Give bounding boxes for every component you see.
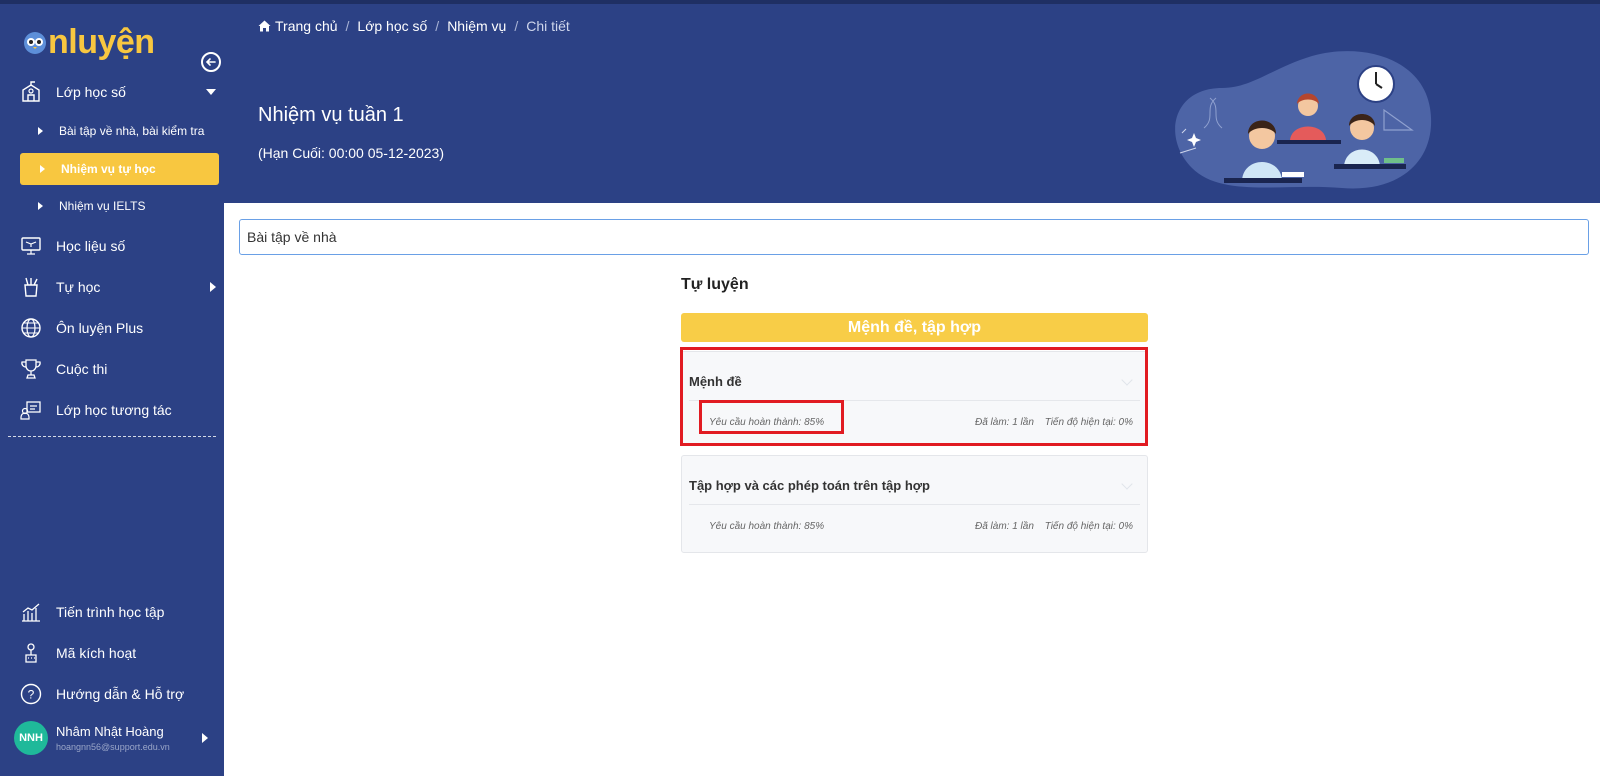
trophy-icon [20,358,42,380]
chevron-right-icon [210,282,216,292]
pencil-cup-icon [20,276,42,298]
sidebar-item-hoc-lieu-so[interactable]: Học liệu số [20,234,220,258]
home-icon [258,20,271,32]
sidebar-item-label: Mã kích hoạt [56,645,137,661]
breadcrumb-separator: / [514,18,519,34]
sidebar-item-label: Hướng dẫn & Hỗ trợ [56,686,185,702]
sidebar-item-on-luyen-plus[interactable]: Ôn luyện Plus [20,316,220,340]
page-title: Nhiệm vụ tuần 1 [258,104,404,126]
triangle-right-icon [38,127,43,135]
sidebar-item-ma-kich-hoat[interactable]: Mã kích hoạt [20,641,220,665]
user-name: Nhâm Nhật Hoàng [56,724,164,739]
sidebar-divider [8,436,216,437]
sidebar-item-label: Lớp học tương tác [56,402,172,418]
activation-key-icon [20,642,42,664]
topic-header[interactable]: Mệnh đề, tập hợp [681,313,1148,342]
current-progress: Tiến độ hiện tại: 0% [1044,521,1133,532]
user-info: Nhâm Nhật Hoàng hoangnn56@support.edu.vn [56,724,170,752]
breadcrumb-home[interactable]: Trang chủ [275,18,338,34]
deadline-text: (Hạn Cuối: 00:00 05-12-2023) [258,145,445,161]
sidebar-item-label: Lớp học số [56,84,126,100]
top-border [224,0,1600,4]
sidebar-item-cuoc-thi[interactable]: Cuộc thi [20,357,220,381]
sidebar: nluyện Lớp học số Bài tập về nhà, bài ki… [0,0,224,776]
sidebar-item-label: Tiến trình học tập [56,604,165,620]
students-illustration-icon [1175,51,1432,189]
sidebar-item-label: Học liệu số [56,238,126,254]
breadcrumb-current: Chi tiết [526,18,570,34]
monitor-book-icon [20,235,42,257]
user-profile[interactable]: NNH Nhâm Nhật Hoàng hoangnn56@support.ed… [14,720,220,756]
triangle-right-icon [40,165,45,173]
attempts-count: Đã làm: 1 lần [974,521,1034,532]
svg-text:?: ? [28,688,35,702]
sidebar-item-label: Tự học [56,279,101,295]
help-icon: ? [20,683,42,705]
sidebar-item-huong-dan[interactable]: ? Hướng dẫn & Hỗ trợ [20,682,220,706]
chevron-down-icon[interactable] [1121,478,1133,490]
collapse-sidebar-button[interactable] [201,52,221,72]
owl-logo-icon [24,32,46,54]
breadcrumb-separator: / [435,18,440,34]
page-header: Trang chủ / Lớp học số / Nhiệm vụ / Chi … [224,0,1600,203]
interactive-class-icon [20,399,42,421]
search-input[interactable] [239,219,1589,255]
breadcrumb: Trang chủ / Lớp học số / Nhiệm vụ / Chi … [258,18,570,34]
lesson-name: Tập hợp và các phép toán trên tập hợp [689,478,930,493]
chevron-right-icon [202,733,208,743]
breadcrumb-lop-hoc-so[interactable]: Lớp học số [357,18,427,34]
highlight-box [699,400,844,434]
logo[interactable]: nluyện [22,22,155,62]
lesson-card[interactable]: Tập hợp và các phép toán trên tập hợp Yê… [681,455,1148,553]
app: nluyện Lớp học số Bài tập về nhà, bài ki… [0,0,1600,776]
chevron-down-icon [206,89,216,95]
sidebar-item-tien-trinh[interactable]: Tiến trình học tập [20,600,220,624]
top-border [0,0,224,4]
sidebar-subitem-bai-tap[interactable]: Bài tập về nhà, bài kiểm tra [38,121,204,141]
logo-text: nluyện [48,23,155,61]
sidebar-item-label: Cuộc thi [56,361,108,377]
sidebar-item-lop-hoc-so[interactable]: Lớp học số [20,80,220,104]
sidebar-subitem-label: Nhiệm vụ IELTS [59,199,146,213]
sidebar-item-label: Ôn luyện Plus [56,320,144,336]
triangle-right-icon [38,202,43,210]
sidebar-subitem-nhiem-vu-ielts[interactable]: Nhiệm vụ IELTS [38,196,145,216]
user-email: hoangnn56@support.edu.vn [56,742,170,752]
card-divider [689,504,1140,505]
arrow-left-icon [205,58,216,66]
breadcrumb-nhiem-vu[interactable]: Nhiệm vụ [447,18,506,34]
sidebar-subitem-label: Bài tập về nhà, bài kiểm tra [59,124,205,138]
chart-icon [20,601,42,623]
sidebar-subitem-nhiem-vu-tu-hoc[interactable]: Nhiệm vụ tự học [20,153,219,185]
completion-requirement: Yêu cầu hoàn thành: 85% [709,521,825,532]
sidebar-item-tu-hoc[interactable]: Tự học [20,275,220,299]
section-title: Tự luyện [681,276,749,293]
lesson-stats: Đã làm: 1 lần Tiến độ hiện tại: 0% [975,521,1133,532]
globe-icon [20,317,42,339]
avatar: NNH [14,721,48,755]
breadcrumb-separator: / [345,18,350,34]
sidebar-subitem-label: Nhiệm vụ tự học [61,162,156,176]
school-icon [20,81,42,103]
sidebar-item-lop-hoc-tuong-tac[interactable]: Lớp học tương tác [20,398,220,422]
